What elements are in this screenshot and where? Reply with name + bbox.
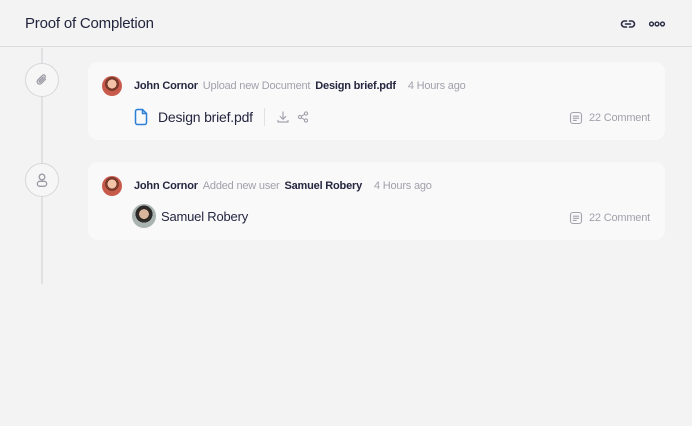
- download-button[interactable]: [276, 110, 290, 124]
- comments-button[interactable]: 22 Comment: [569, 111, 650, 125]
- user-icon: [36, 173, 48, 187]
- paperclip-icon: [36, 74, 47, 85]
- activity-verb: Added new user: [202, 180, 280, 192]
- share-icon: [297, 111, 309, 123]
- timestamp: 4 Hours ago: [407, 80, 466, 92]
- activity-object[interactable]: Samuel Robery: [285, 180, 363, 192]
- more-options-button[interactable]: [648, 15, 666, 33]
- avatar: [132, 204, 156, 228]
- more-horizontal-icon: [648, 21, 666, 27]
- activity-verb: Upload new Document: [202, 80, 311, 92]
- timeline-marker-user: [25, 163, 59, 197]
- activity-summary: John Cornor Upload new Document Design b…: [102, 76, 466, 96]
- document-icon: [132, 108, 150, 126]
- file-attachment: Design brief.pdf: [132, 106, 310, 128]
- avatar: [102, 176, 122, 196]
- comment-icon: [569, 211, 583, 225]
- actor-name[interactable]: John Cornor: [134, 80, 198, 92]
- download-icon: [277, 111, 289, 123]
- timeline-marker-document: [25, 63, 59, 97]
- page-title: Proof of Completion: [25, 15, 154, 32]
- link-icon: [620, 20, 636, 28]
- copy-link-button[interactable]: [619, 15, 637, 33]
- divider: [263, 108, 265, 126]
- actor-name[interactable]: John Cornor: [134, 180, 198, 192]
- activity-object[interactable]: Design brief.pdf: [315, 80, 396, 92]
- comment-count: 22 Comment: [589, 112, 650, 124]
- comment-count: 22 Comment: [589, 212, 650, 224]
- activity-card-user: John Cornor Added new user Samuel Robery…: [88, 162, 665, 240]
- file-name-link[interactable]: Design brief.pdf: [158, 109, 253, 125]
- comments-button[interactable]: 22 Comment: [569, 211, 650, 225]
- activity-card-document: John Cornor Upload new Document Design b…: [88, 62, 665, 140]
- added-user[interactable]: Samuel Robery: [132, 204, 248, 228]
- page-header: Proof of Completion: [0, 0, 692, 47]
- activity-summary: John Cornor Added new user Samuel Robery…: [102, 176, 432, 196]
- share-button[interactable]: [296, 110, 310, 124]
- comment-icon: [569, 111, 583, 125]
- timestamp: 4 Hours ago: [373, 180, 432, 192]
- avatar: [102, 76, 122, 96]
- user-name: Samuel Robery: [161, 208, 248, 224]
